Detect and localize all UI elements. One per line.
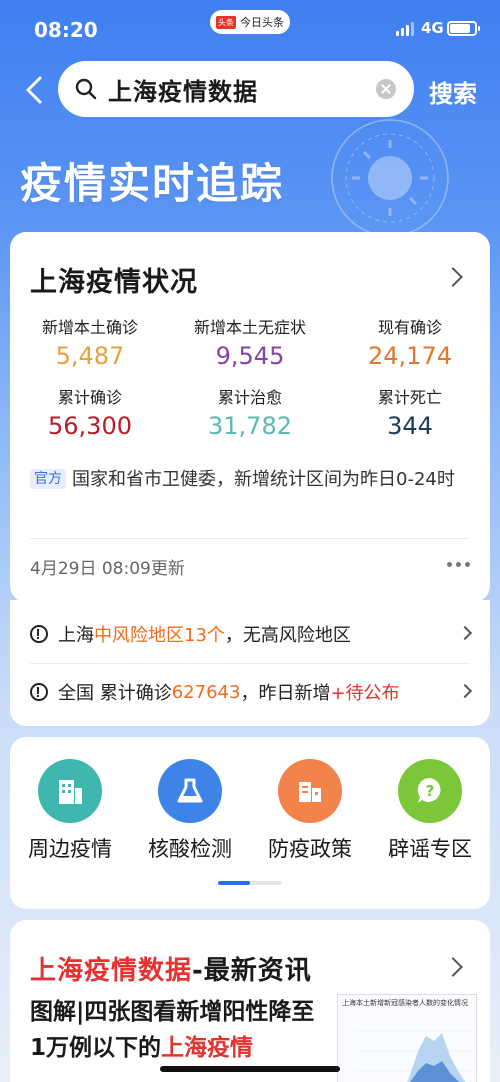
- source-text: 国家和省市卫健委，新增统计区间为昨日0-24时: [72, 469, 455, 490]
- more-icon[interactable]: [447, 562, 470, 567]
- shanghai-status-card: 上海疫情状况 新增本土确诊 5,487 新增本土无症状 9,545 现有确诊 2…: [10, 232, 490, 602]
- service-nearby[interactable]: 周边疫情: [10, 759, 130, 863]
- stat-new-confirmed: 新增本土确诊 5,487: [41, 318, 138, 370]
- search-icon: [75, 78, 97, 100]
- services-card: 周边疫情 核酸检测 防疫政策 ? 辟谣专区: [10, 737, 490, 909]
- app-logo: 头条: [216, 15, 236, 29]
- stat-total-recovered: 累计治愈 31,782: [208, 388, 292, 440]
- alert-circle-icon: [30, 683, 48, 701]
- status-bar: 08:20 头条 今日头条 4G: [0, 0, 500, 58]
- national-total-count: 627643: [171, 681, 241, 703]
- stat-current-confirmed: 现有确诊 24,174: [368, 318, 452, 370]
- clear-icon[interactable]: [376, 79, 396, 99]
- stat-new-asymptomatic: 新增本土无症状 9,545: [193, 318, 306, 370]
- question-bubble-icon: ?: [398, 759, 462, 823]
- search-button[interactable]: 搜索: [429, 74, 477, 109]
- document-building-icon: [278, 759, 342, 823]
- stat-total-confirmed: 累计确诊 56,300: [48, 388, 132, 440]
- chevron-right-icon: [457, 683, 473, 699]
- flask-icon: [158, 759, 222, 823]
- app-indicator[interactable]: 头条 今日头条: [210, 10, 290, 34]
- building-icon: [38, 759, 102, 823]
- divider: [30, 663, 470, 664]
- banner-title: 疫情实时追踪: [20, 159, 285, 208]
- risk-area-card: 上海 中风险地区13个 ，无高风险地区 全国 累计确诊 627643 ，昨日新增 +待公布: [10, 600, 490, 726]
- news-card: 上海疫情数据-最新资讯 图解|四张图看新增阳性降至1万例以下的上海疫情 上海本土…: [10, 920, 490, 1082]
- official-badge: 官方: [30, 469, 66, 489]
- thumbnail-chart-image: [356, 1030, 474, 1082]
- search-input[interactable]: 上海疫情数据: [58, 61, 414, 117]
- update-time: 4月29日 08:09更新: [30, 559, 185, 579]
- chevron-right-icon: [457, 625, 473, 641]
- service-policy[interactable]: 防疫政策: [250, 759, 370, 863]
- service-rumor[interactable]: ? 辟谣专区: [370, 759, 490, 863]
- battery-icon: [447, 21, 480, 36]
- news-section-title[interactable]: 上海疫情数据-最新资讯: [30, 950, 312, 987]
- app-name: 今日头条: [240, 16, 284, 29]
- pending-badge: +待公布: [330, 683, 400, 704]
- risk-row-national[interactable]: 全国 累计确诊 627643 ，昨日新增 +待公布: [30, 672, 473, 712]
- divider: [30, 538, 470, 539]
- news-thumbnail[interactable]: 上海本土新增新冠感染者人数的变化情况: [337, 994, 477, 1082]
- svg-text:?: ?: [426, 782, 435, 800]
- news-headline[interactable]: 图解|四张图看新增阳性降至1万例以下的上海疫情: [30, 994, 330, 1066]
- stat-total-deaths: 累计死亡 344: [377, 388, 442, 440]
- search-query: 上海疫情数据: [108, 77, 258, 106]
- medium-risk-count: 中风险地区13个: [94, 625, 225, 646]
- network-type: 4G: [421, 19, 444, 37]
- signal-icon: [396, 22, 414, 36]
- home-indicator[interactable]: [160, 1066, 340, 1072]
- back-arrow-icon[interactable]: [20, 72, 52, 108]
- summary-title: 上海疫情状况: [30, 267, 198, 298]
- virus-decoration-icon: [331, 119, 449, 237]
- page-indicator: [218, 881, 282, 885]
- service-nucleic-test[interactable]: 核酸检测: [130, 759, 250, 863]
- chevron-right-icon[interactable]: [443, 267, 463, 287]
- risk-row-shanghai[interactable]: 上海 中风险地区13个 ，无高风险地区: [30, 614, 473, 654]
- chevron-right-icon[interactable]: [443, 957, 463, 977]
- data-source: 官方 国家和省市卫健委，新增统计区间为昨日0-24时: [30, 464, 475, 496]
- alert-circle-icon: [30, 625, 48, 643]
- status-time: 08:20: [34, 18, 98, 42]
